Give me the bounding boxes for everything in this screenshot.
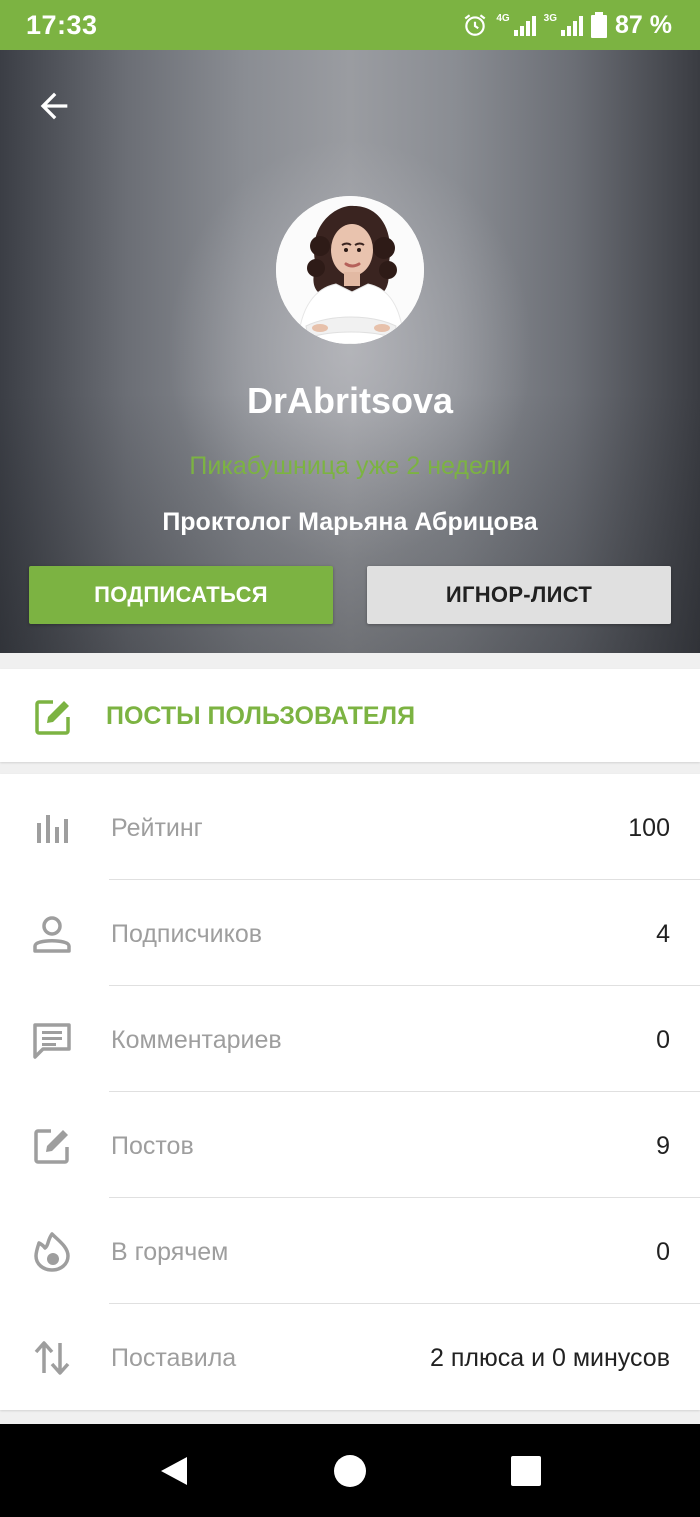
home-nav-icon[interactable] <box>333 1454 367 1488</box>
status-time: 17:33 <box>26 9 98 40</box>
profile-header: DrAbritsova Пикабушница уже 2 недели Про… <box>0 50 700 653</box>
stat-label: Постов <box>111 1132 194 1160</box>
ignore-list-button[interactable]: ИГНОР-ЛИСТ <box>367 566 671 624</box>
signal-4g-icon: 4G <box>496 13 536 36</box>
stat-row-votes: Поставила 2 плюса и 0 минусов <box>0 1304 700 1410</box>
back-arrow-icon[interactable] <box>34 86 74 126</box>
person-icon <box>33 916 71 953</box>
signal-3g-icon: 3G <box>543 13 584 36</box>
bar-chart-icon <box>37 815 68 843</box>
stat-row-comments: Комментариев 0 <box>0 986 700 1092</box>
recents-nav-icon[interactable] <box>509 1454 543 1488</box>
system-nav-bar <box>0 1424 700 1517</box>
fire-icon <box>34 1232 70 1272</box>
stat-label: Комментариев <box>111 1026 282 1054</box>
stat-value: 2 плюса и 0 минусов <box>430 1344 670 1372</box>
stat-row-posts: Постов 9 <box>0 1092 700 1198</box>
stat-value: 100 <box>628 814 670 842</box>
battery-percent: 87 % <box>615 10 672 39</box>
stat-value: 0 <box>656 1026 670 1054</box>
stat-row-hot: В горячем 0 <box>0 1198 700 1304</box>
stat-label: Рейтинг <box>111 814 203 842</box>
subscribe-button[interactable]: ПОДПИСАТЬСЯ <box>29 566 333 624</box>
stat-value: 4 <box>656 920 670 948</box>
status-bar: 17:33 4G 3G 87 % <box>0 0 700 50</box>
comment-icon <box>33 1023 71 1059</box>
stat-value: 9 <box>656 1132 670 1160</box>
stat-row-rating: Рейтинг 100 <box>0 774 700 880</box>
edit-icon <box>34 1129 69 1164</box>
user-posts-label: ПОСТЫ ПОЛЬЗОВАТЕЛЯ <box>106 702 416 730</box>
network-type-1: 4G <box>496 13 510 24</box>
stat-row-subscribers: Подписчиков 4 <box>0 880 700 986</box>
stats-list: Рейтинг 100 Подписчиков 4 Комментариев 0… <box>0 774 700 1410</box>
username: DrAbritsova <box>246 380 454 421</box>
avatar-portrait <box>276 196 424 344</box>
alarm-icon <box>464 14 486 36</box>
swap-vertical-icon <box>34 1341 70 1375</box>
back-nav-icon[interactable] <box>157 1454 191 1488</box>
edit-icon <box>35 700 70 735</box>
network-type-2: 3G <box>543 13 558 24</box>
avatar <box>276 196 424 344</box>
stat-value: 0 <box>656 1238 670 1266</box>
tenure-text: Пикабушница уже 2 недели <box>189 452 511 480</box>
stat-label: В горячем <box>111 1238 229 1266</box>
stat-label: Подписчиков <box>111 920 263 948</box>
status-icons: 4G 3G 87 % <box>462 11 672 40</box>
stat-label: Поставила <box>111 1344 237 1372</box>
user-posts-link[interactable]: ПОСТЫ ПОЛЬЗОВАТЕЛЯ <box>0 669 700 762</box>
full-name: Проктолог Марьяна Абрицова <box>162 508 538 536</box>
battery-icon <box>591 12 608 38</box>
